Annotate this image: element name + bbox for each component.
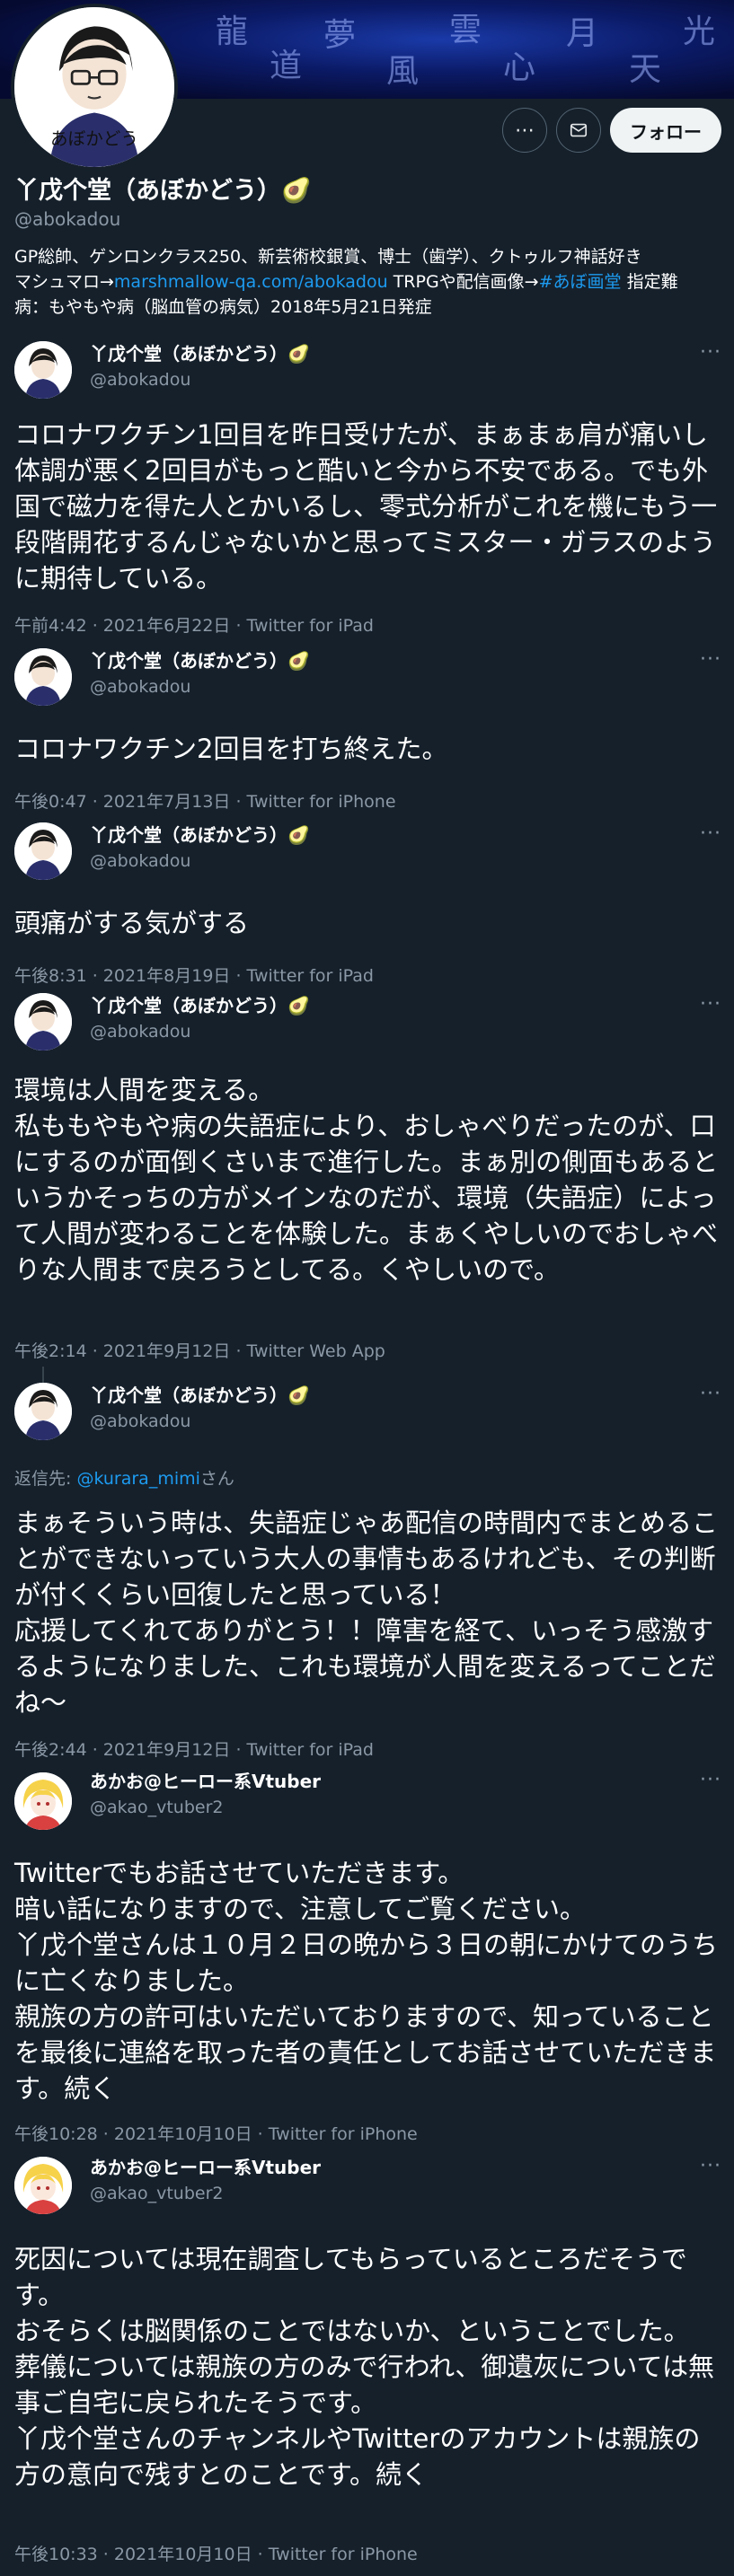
tweet-avatar[interactable] [14,822,72,880]
profile-actions: ⋯ フォロー [502,108,721,153]
tweet-text: 環境は人間を変える。 私ももやもや病の失語症により、おしゃべりだったのが、口にす… [14,1075,719,1285]
bio-line: マシュマロ→marshmallow-qa.com/abokadou TRPGや配… [14,269,724,295]
mail-icon [570,123,588,137]
tweet-author-handle[interactable]: @abokadou [90,368,190,391]
tweet-author-handle[interactable]: @abokadou [90,1410,190,1433]
tweet[interactable]: 丫戊个堂（あぼかどう）🥑 @abokadou ··· コロナワクチン1回目を昨日… [0,334,734,639]
tweet-author-name[interactable]: 丫戊个堂（あぼかどう）🥑 [90,341,310,366]
tweet-author-name[interactable]: 丫戊个堂（あぼかどう）🥑 [90,993,310,1018]
tweet-avatar[interactable] [14,2157,72,2214]
profile-handle: @abokadou [14,208,121,230]
tweet-meta[interactable]: 午後2:44 · 2021年9月12日 · Twitter for iPad [14,1738,374,1762]
more-horizontal-icon[interactable]: ··· [700,1771,721,1790]
profile-avatar[interactable]: あぼかどう [11,4,178,171]
tweet-avatar[interactable] [14,341,72,399]
tweet-avatar[interactable] [14,1772,72,1830]
tweet-meta[interactable]: 午後10:33 · 2021年10月10日 · Twitter for iPho… [14,2543,418,2566]
tweet[interactable]: 丫戊个堂（あぼかどう）🥑 @abokadou ··· コロナワクチン2回目を打ち… [0,648,734,819]
avatar-logo-text: あぼかどう [50,128,138,149]
tweet[interactable]: 丫戊个堂（あぼかどう）🥑 @abokadou ··· 環境は人間を変える。 私も… [0,993,734,1385]
tweet-author-handle[interactable]: @abokadou [90,675,190,699]
profile-bio: GP総帥、ゲンロンクラス250、新芸術校銀賞、博士（歯学）、クトゥルフ神話好き … [14,244,724,320]
more-horizontal-icon[interactable]: ··· [700,824,721,844]
more-horizontal-icon[interactable]: ··· [700,2157,721,2176]
bio-line: GP総帥、ゲンロンクラス250、新芸術校銀賞、博士（歯学）、クトゥルフ神話好き [14,247,642,267]
tweet-author-handle[interactable]: @abokadou [90,1020,190,1043]
tweet[interactable]: あかお@ヒーロー系Vtuber @akao_vtuber2 ··· 死因について… [0,2153,734,2575]
tweet-avatar[interactable] [14,993,72,1051]
tweet-author-name[interactable]: 丫戊个堂（あぼかどう）🥑 [90,1383,310,1408]
tweet-text: 死因については現在調査してもらっているところだそうです。 おそらくは脳関係のこと… [14,2244,714,2490]
tweet-author-name[interactable]: 丫戊个堂（あぼかどう）🥑 [90,822,310,848]
tweet-text: コロナワクチン1回目を昨日受けたが、まぁまぁ肩が痛いし体調が悪く2回目がもっと酷… [14,419,718,593]
tweet-meta[interactable]: 午前4:42 · 2021年6月22日 · Twitter for iPad [14,614,374,637]
tweet-text: Twitterでもお話させていただきます。 暗い話になりますので、注意してご覧く… [14,1858,719,2104]
bio-line: 病：もやもや病（脳血管の病気）2018年5月21日発症 [14,297,432,317]
tweet[interactable]: 丫戊个堂（あぼかどう）🥑 @abokadou ··· 返信先: @kurara_… [0,1383,734,1760]
tweet-author-name[interactable]: あかお@ヒーロー系Vtuber [90,2155,321,2180]
tweet-text: まぁそういう時は、失語症じゃあ配信の時間内でまとめることができないっていう大人の… [14,1508,719,1718]
bio-text: TRPGや配信画像→ [387,272,539,292]
more-horizontal-icon[interactable]: ··· [700,1385,721,1404]
hashtag-link[interactable]: #あぼ画堂 [539,272,622,292]
message-button[interactable] [556,108,601,153]
tweet-text: コロナワクチン2回目を打ち終えた。 [14,734,448,764]
marshmallow-link[interactable]: marshmallow-qa.com/abokadou [114,272,388,292]
tweet-author-handle[interactable]: @abokadou [90,849,190,873]
tweet-avatar[interactable] [14,648,72,706]
reply-suffix: さん [199,1469,234,1489]
tweet-author-name[interactable]: 丫戊个堂（あぼかどう）🥑 [90,648,310,673]
tweet-author-handle[interactable]: @akao_vtuber2 [90,2182,223,2205]
more-options-button[interactable]: ⋯ [502,108,547,153]
more-horizontal-icon[interactable]: ··· [700,650,721,670]
reply-mention-link[interactable]: @kurara_mimi [76,1469,199,1489]
tweet-author-handle[interactable]: @akao_vtuber2 [90,1796,223,1819]
thread-connector [42,1367,44,1385]
tweet-meta[interactable]: 午後8:31 · 2021年8月19日 · Twitter for iPad [14,964,374,988]
tweet[interactable]: 丫戊个堂（あぼかどう）🥑 @abokadou ··· 頭痛がする気がする 午後8… [0,822,734,993]
more-horizontal-icon[interactable]: ··· [700,343,721,363]
tweet[interactable]: あかお@ヒーロー系Vtuber @akao_vtuber2 ··· Twitte… [0,1769,734,2144]
tweet-meta[interactable]: 午後2:14 · 2021年9月12日 · Twitter Web App [14,1340,385,1363]
profile-display-name: 丫戊个堂（あぼかどう）🥑 [14,177,312,205]
tweet-avatar[interactable] [14,1383,72,1440]
tweet-text: 頭痛がする気がする [14,908,250,938]
tweet-meta[interactable]: 午後0:47 · 2021年7月13日 · Twitter for iPhone [14,790,396,813]
profile-info: 丫戊个堂（あぼかどう）🥑 @abokadou GP総帥、ゲンロンクラス250、新… [14,176,724,320]
follow-button[interactable]: フォロー [610,108,721,153]
more-horizontal-icon[interactable]: ··· [700,995,721,1015]
bio-text: 指定難 [621,272,678,292]
tweet-author-name[interactable]: あかお@ヒーロー系Vtuber [90,1769,321,1794]
reply-context: 返信先: @kurara_mimiさん [14,1467,234,1490]
bio-text: マシュマロ→ [14,272,114,292]
tweet-meta[interactable]: 午後10:28 · 2021年10月10日 · Twitter for iPho… [14,2123,418,2146]
reply-prefix: 返信先: [14,1469,77,1489]
more-horizontal-icon: ⋯ [515,119,535,142]
